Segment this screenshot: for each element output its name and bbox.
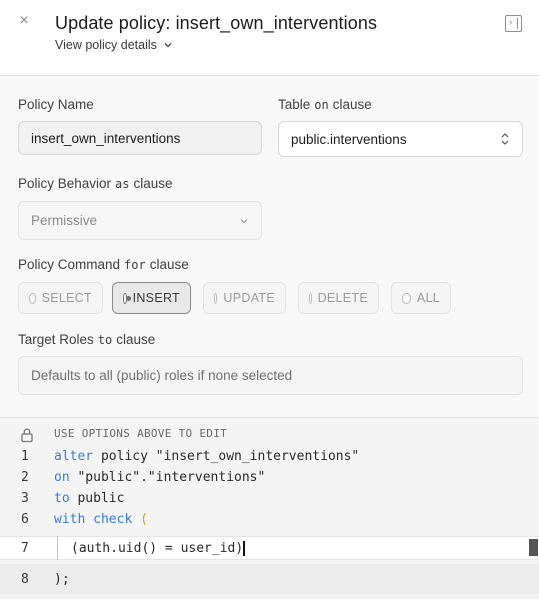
sql-editor[interactable]: USE OPTIONS ABOVE TO EDIT 1 alter policy… — [0, 417, 539, 599]
sql-text: ( — [132, 512, 148, 527]
command-option-select[interactable]: SELECT — [18, 282, 103, 314]
lock-icon — [21, 428, 33, 443]
code-line: 3 to public — [0, 488, 539, 509]
line-number: 7 — [21, 540, 29, 556]
panel-header: × Update policy: insert_own_intervention… — [0, 0, 539, 76]
radio-icon — [29, 292, 36, 304]
command-option-all[interactable]: ALL — [391, 282, 451, 314]
collapse-panel-icon[interactable]: › — [505, 15, 522, 32]
sql-text: ); — [54, 571, 70, 587]
radio-icon — [402, 292, 411, 304]
sql-keyword: alter — [54, 449, 94, 464]
sql-text: public — [69, 491, 125, 506]
sql-text: policy "insert_own_interventions" — [93, 449, 360, 464]
target-roles-label: Target Roles to clause — [18, 332, 156, 347]
text-cursor — [243, 540, 245, 556]
target-roles-select[interactable]: Defaults to all (public) roles if none s… — [18, 356, 523, 395]
line-number: 6 — [21, 512, 29, 527]
chevron-down-icon — [164, 43, 172, 48]
line-number: 3 — [21, 491, 29, 506]
radio-selected-icon — [123, 292, 131, 304]
close-icon[interactable]: × — [16, 12, 32, 30]
policy-name-input[interactable]: insert_own_interventions — [18, 121, 262, 155]
editor-readonly-note: USE OPTIONS ABOVE TO EDIT — [54, 427, 228, 440]
table-select[interactable]: public.interventions — [278, 121, 523, 157]
indent-guide — [57, 536, 58, 560]
command-option-update[interactable]: UPDATE — [203, 282, 286, 314]
policy-behavior-label: Policy Behavior as clause — [18, 176, 173, 191]
code-line: 6 with check ( — [0, 509, 539, 530]
line-number: 8 — [21, 571, 29, 587]
editor-scrollbar[interactable] — [529, 539, 538, 556]
sql-text: (auth.uid() = user_id) — [71, 540, 244, 556]
line-number: 1 — [21, 449, 29, 464]
command-option-insert[interactable]: INSERT — [112, 282, 191, 314]
policy-form: Policy Name insert_own_interventions Tab… — [0, 76, 539, 417]
table-label: Table on clause — [278, 97, 372, 112]
code-line: 2 on "public"."interventions" — [0, 467, 539, 488]
policy-behavior-select: Permissive — [18, 201, 262, 240]
code-line: 8 ); — [0, 564, 539, 594]
sql-keyword: with check — [54, 512, 133, 527]
chevron-down-icon — [240, 218, 248, 223]
policy-name-label: Policy Name — [18, 97, 94, 112]
sql-keyword: on — [54, 470, 70, 485]
page-title: Update policy: insert_own_interventions — [55, 13, 378, 33]
chevron-up-down-icon — [501, 133, 509, 145]
sql-keyword: to — [54, 491, 70, 506]
code-line: 1 alter policy "insert_own_interventions… — [0, 446, 539, 467]
policy-behavior-value: Permissive — [31, 213, 98, 228]
command-option-delete[interactable]: DELETE — [298, 282, 379, 314]
radio-icon — [214, 292, 218, 304]
radio-icon — [309, 292, 312, 304]
code-line-active[interactable]: 7 (auth.uid() = user_id) — [0, 536, 539, 560]
view-policy-details-toggle[interactable]: View policy details — [55, 38, 173, 52]
view-policy-details-label: View policy details — [55, 38, 157, 52]
sql-text: "public"."interventions" — [69, 470, 266, 485]
table-select-value: public.interventions — [291, 131, 407, 147]
line-number: 2 — [21, 470, 29, 485]
policy-command-label: Policy Command for clause — [18, 257, 189, 272]
